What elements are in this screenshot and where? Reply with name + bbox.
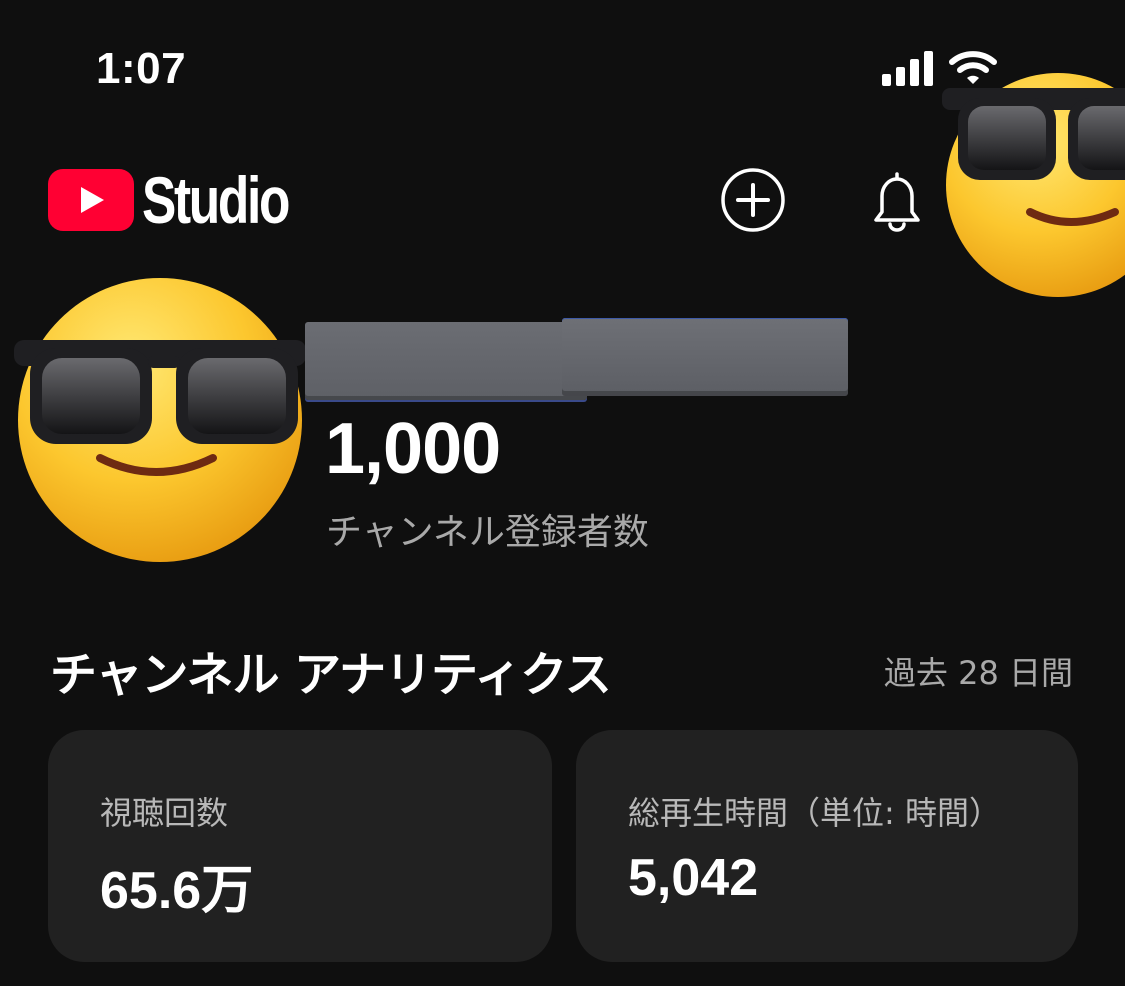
- subscriber-count: 1,000: [325, 409, 501, 489]
- redacted-channel-name: [305, 322, 587, 400]
- views-label: 視聴回数: [100, 794, 229, 832]
- youtube-play-icon: [48, 169, 134, 231]
- analytics-period: 過去 28 日間: [883, 654, 1073, 692]
- logo-text: Studio: [142, 163, 290, 237]
- plus-circle-icon: [721, 168, 785, 232]
- views-card[interactable]: 視聴回数 65.6万: [48, 730, 552, 962]
- analytics-title: チャンネル アナリティクス: [50, 648, 612, 703]
- cellular-signal-icon: [882, 51, 933, 86]
- notifications-button[interactable]: [862, 166, 932, 236]
- watch-time-label: 総再生時間（単位: 時間）: [628, 794, 1001, 832]
- status-time: 1:07: [96, 44, 187, 93]
- bell-icon: [874, 172, 920, 232]
- subscriber-label: チャンネル登録者数: [326, 512, 649, 553]
- smiling-face-with-sunglasses-icon: [942, 73, 1125, 297]
- watch-time-card[interactable]: 総再生時間（単位: 時間） 5,042: [576, 730, 1078, 962]
- channel-avatar[interactable]: [8, 272, 313, 567]
- redacted-channel-handle: [562, 318, 848, 396]
- youtube-studio-logo[interactable]: Studio: [48, 160, 329, 240]
- views-value: 65.6万: [100, 862, 254, 920]
- watch-time-value: 5,042: [628, 849, 759, 907]
- smiling-face-with-sunglasses-icon: [14, 278, 306, 562]
- account-avatar[interactable]: [940, 20, 1125, 310]
- create-button[interactable]: [718, 165, 788, 235]
